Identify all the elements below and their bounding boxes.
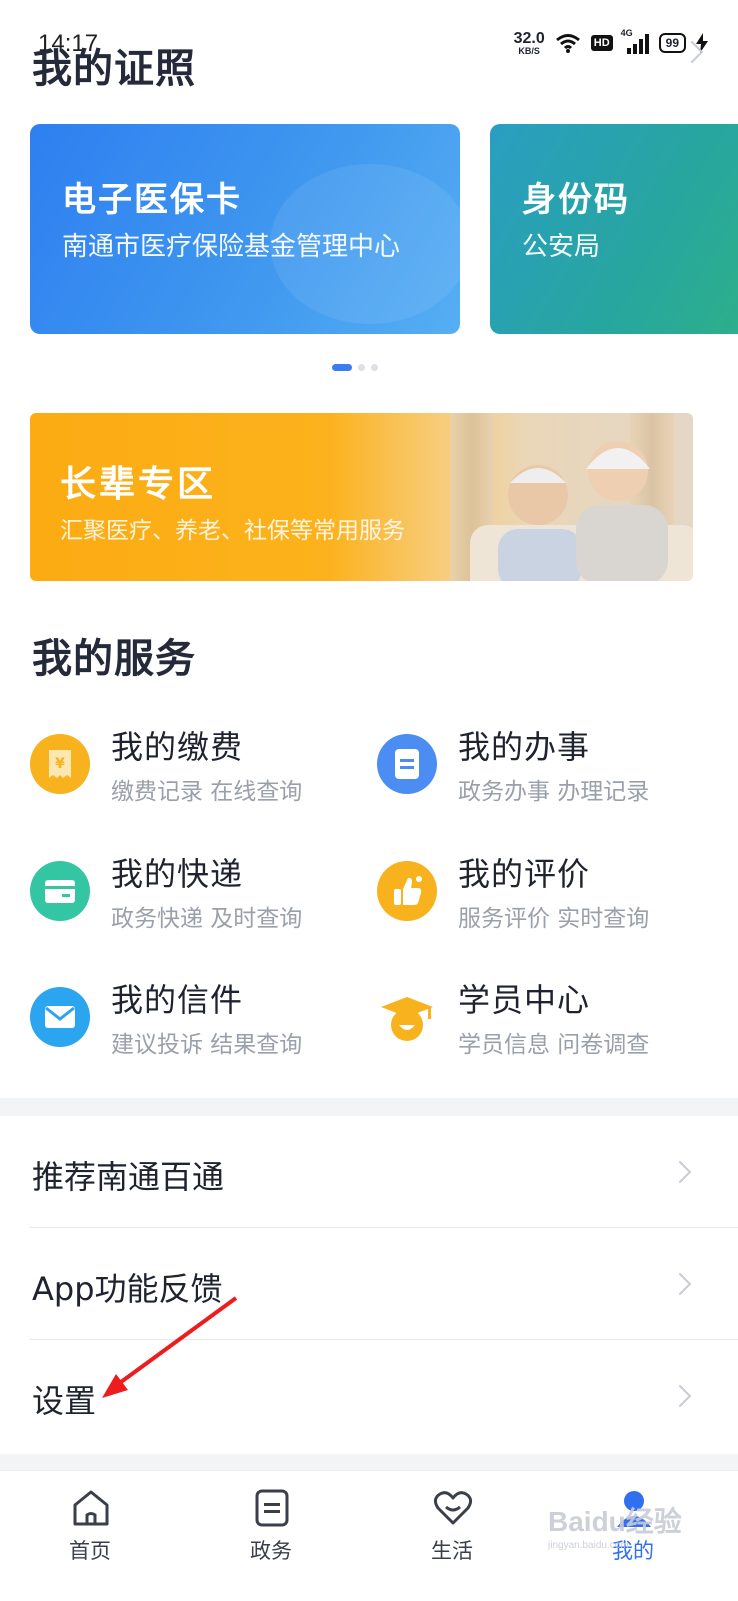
hd-badge: HD — [590, 35, 613, 51]
affairs-icon — [377, 734, 437, 794]
student-icon — [377, 987, 437, 1047]
carousel-dot — [332, 364, 352, 371]
medical-insurance-card[interactable]: 电子医保卡 南通市医疗保险基金管理中心 — [30, 124, 460, 334]
service-affairs[interactable]: 我的办事 政务办事 办理记录 — [377, 722, 707, 812]
card-title: 电子医保卡 — [62, 180, 242, 220]
carousel-dot — [358, 364, 365, 371]
express-icon — [30, 861, 90, 921]
section-divider — [0, 1098, 738, 1116]
cell-signal-icon: 4G — [621, 28, 649, 54]
service-name: 我的快递 — [111, 855, 244, 893]
service-desc: 缴费记录 在线查询 — [111, 779, 303, 805]
elder-zone-banner[interactable]: 长辈专区 汇聚医疗、养老、社保等常用服务 — [30, 413, 693, 581]
nav-affairs[interactable]: 政务 — [211, 1471, 331, 1601]
network-type: 4G — [620, 28, 633, 38]
service-payment[interactable]: ¥ 我的缴费 缴费记录 在线查询 — [30, 722, 360, 812]
banner-subtitle: 汇聚医疗、养老、社保等常用服务 — [60, 518, 405, 544]
mail-icon — [30, 987, 90, 1047]
svg-text:¥: ¥ — [55, 756, 65, 772]
annotation-arrow — [102, 1296, 238, 1398]
nav-life[interactable]: 生活 — [392, 1471, 512, 1601]
nav-label: 生活 — [431, 1539, 473, 1563]
document-icon — [255, 1489, 289, 1527]
service-mail[interactable]: 我的信件 建议投诉 结果查询 — [30, 975, 360, 1065]
service-desc: 服务评价 实时查询 — [458, 906, 650, 932]
payment-icon: ¥ — [30, 734, 90, 794]
status-icons: 32.0 KB/S HD 4G 99 — [514, 28, 708, 58]
nav-home[interactable]: 首页 — [30, 1471, 150, 1601]
banner-title: 长辈专区 — [60, 464, 217, 505]
carousel-indicator — [332, 364, 378, 371]
certificates-title: 我的证照 — [32, 46, 196, 92]
chevron-right-icon — [668, 1384, 692, 1408]
card-subtitle: 南通市医疗保险基金管理中心 — [62, 232, 401, 262]
list-item-label: 推荐南通百通 — [32, 1158, 225, 1196]
identity-code-card[interactable]: 身份码 公安局 — [490, 124, 738, 334]
net-speed-value: 32.0 — [513, 29, 545, 47]
service-desc: 建议投诉 结果查询 — [111, 1032, 303, 1058]
services-title: 我的服务 — [32, 636, 196, 682]
service-rating[interactable]: 我的评价 服务评价 实时查询 — [377, 849, 707, 939]
elderly-couple-image — [498, 441, 668, 581]
heart-icon — [433, 1491, 473, 1525]
service-name: 我的评价 — [458, 855, 591, 893]
service-student-center[interactable]: 学员中心 学员信息 问卷调查 — [377, 975, 707, 1065]
service-desc: 政务快递 及时查询 — [111, 906, 303, 932]
card-title: 身份码 — [522, 180, 630, 220]
service-name: 我的办事 — [458, 728, 591, 766]
chevron-right-icon — [668, 1272, 692, 1296]
chevron-right-icon — [668, 1160, 692, 1184]
service-name: 学员中心 — [458, 981, 591, 1019]
carousel-dot — [371, 364, 378, 371]
nav-label: 首页 — [69, 1539, 111, 1563]
service-name: 我的缴费 — [111, 728, 244, 766]
watermark-text: Baidu经验 — [548, 1506, 682, 1537]
net-speed-unit: KB/S — [518, 45, 540, 56]
service-desc: 学员信息 问卷调查 — [458, 1032, 650, 1058]
watermark-sub: jingyan.baidu.com — [548, 1540, 629, 1551]
home-icon — [73, 1490, 109, 1526]
wifi-icon — [555, 34, 580, 53]
baidu-watermark: Baidu经验 jingyan.baidu.com — [548, 1500, 682, 1551]
service-express[interactable]: 我的快递 政务快递 及时查询 — [30, 849, 360, 939]
service-desc: 政务办事 办理记录 — [458, 779, 650, 805]
service-name: 我的信件 — [111, 981, 244, 1019]
nav-label: 政务 — [250, 1539, 292, 1563]
network-speed: 32.0 KB/S — [513, 29, 545, 56]
recommend-app-item[interactable]: 推荐南通百通 — [0, 1116, 738, 1228]
card-subtitle: 公安局 — [522, 232, 601, 262]
thumbs-up-icon — [377, 861, 437, 921]
section-divider — [0, 1454, 738, 1470]
